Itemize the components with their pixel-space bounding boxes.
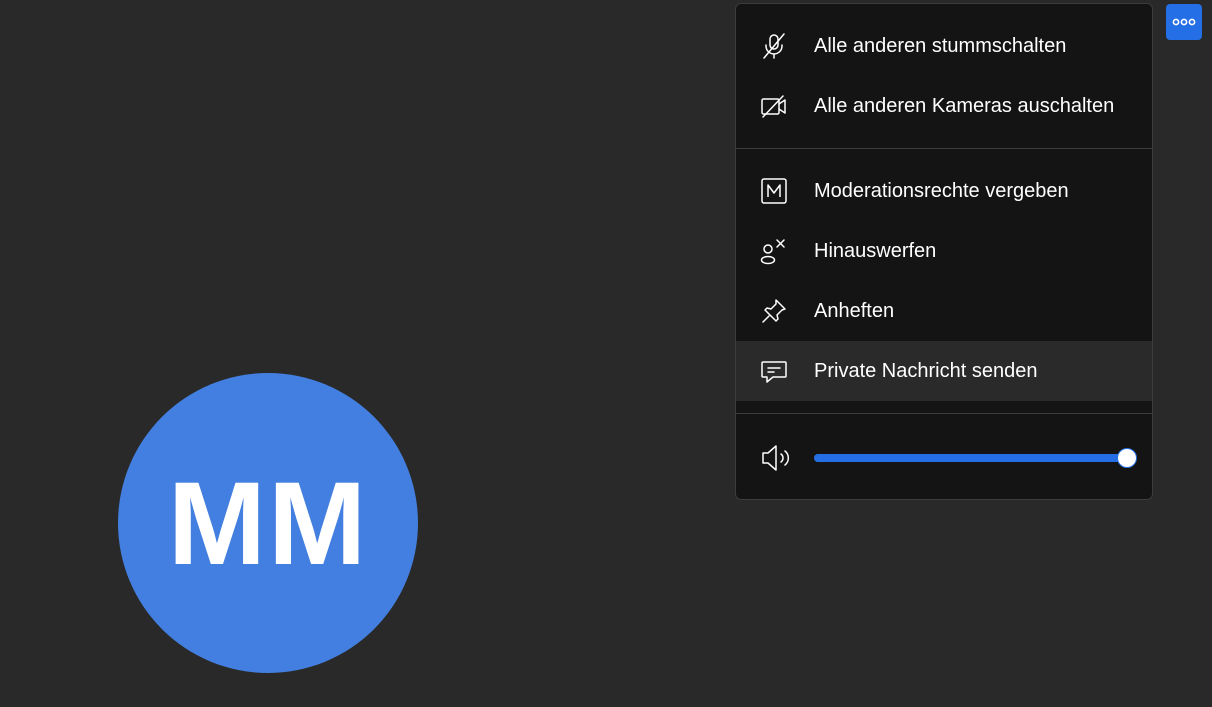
volume-slider-thumb[interactable] (1117, 448, 1137, 468)
volume-control (736, 428, 1152, 488)
more-options-button[interactable] (1166, 4, 1202, 40)
menu-item-label: Hinauswerfen (814, 240, 937, 262)
menu-item-label: Alle anderen stummschalten (814, 35, 1067, 57)
participant-context-menu: Alle anderen stummschalten Alle anderen … (735, 3, 1153, 500)
volume-slider[interactable] (814, 448, 1137, 468)
menu-item-label: Anheften (814, 300, 895, 322)
menu-item-label: Alle anderen Kameras auschalten (814, 95, 1115, 117)
speaker-icon (760, 443, 792, 473)
menu-item-disable-all-cameras[interactable]: Alle anderen Kameras auschalten (736, 76, 1152, 136)
participant-avatar: MM (118, 373, 418, 673)
mic-off-icon (760, 32, 788, 60)
kick-user-icon (760, 237, 788, 265)
menu-divider (736, 413, 1152, 414)
pin-icon (760, 297, 788, 325)
camera-off-icon (760, 92, 788, 120)
meeting-stage: MM Alle anderen stummschalten Alle ander… (0, 0, 1212, 707)
private-message-icon (760, 357, 788, 385)
menu-item-mute-all[interactable]: Alle anderen stummschalten (736, 16, 1152, 76)
menu-item-private-message[interactable]: Private Nachricht senden (736, 341, 1152, 401)
more-horizontal-icon (1172, 17, 1196, 27)
menu-divider (736, 148, 1152, 149)
avatar-initials: MM (167, 458, 369, 590)
volume-slider-fill (814, 454, 1128, 462)
menu-item-grant-moderator[interactable]: Moderationsrechte vergeben (736, 161, 1152, 221)
menu-item-kick[interactable]: Hinauswerfen (736, 221, 1152, 281)
moderator-icon (760, 177, 788, 205)
menu-item-label: Private Nachricht senden (814, 360, 1038, 382)
menu-item-pin[interactable]: Anheften (736, 281, 1152, 341)
menu-item-label: Moderationsrechte vergeben (814, 180, 1069, 202)
